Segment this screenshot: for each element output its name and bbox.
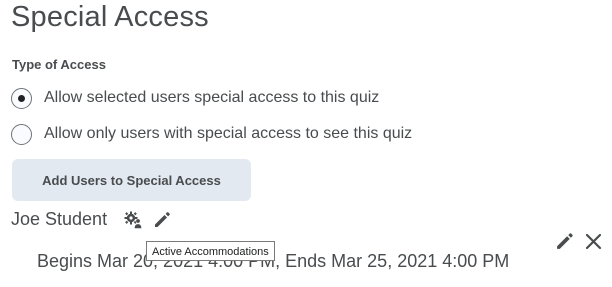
- radio-option-only-special-access[interactable]: Allow only users with special access to …: [11, 121, 412, 147]
- accommodations-icon[interactable]: [124, 211, 143, 229]
- active-accommodations-tooltip: Active Accommodations: [146, 241, 275, 261]
- type-of-access-label: Type of Access: [12, 57, 106, 72]
- radio-button-unselected[interactable]: [11, 123, 32, 145]
- page-title: Special Access: [11, 1, 209, 33]
- pencil-icon[interactable]: [555, 231, 575, 251]
- add-users-to-special-access-button[interactable]: Add Users to Special Access: [12, 159, 251, 201]
- pencil-icon[interactable]: [153, 210, 172, 229]
- radio-label-only-special-access: Allow only users with special access to …: [44, 125, 413, 142]
- close-icon[interactable]: [585, 233, 602, 250]
- radio-button-selected[interactable]: [11, 87, 32, 109]
- radio-option-selected-users[interactable]: Allow selected users special access to t…: [11, 85, 379, 111]
- radio-label-selected-users: Allow selected users special access to t…: [44, 89, 380, 106]
- user-name: Joe Student: [11, 209, 108, 229]
